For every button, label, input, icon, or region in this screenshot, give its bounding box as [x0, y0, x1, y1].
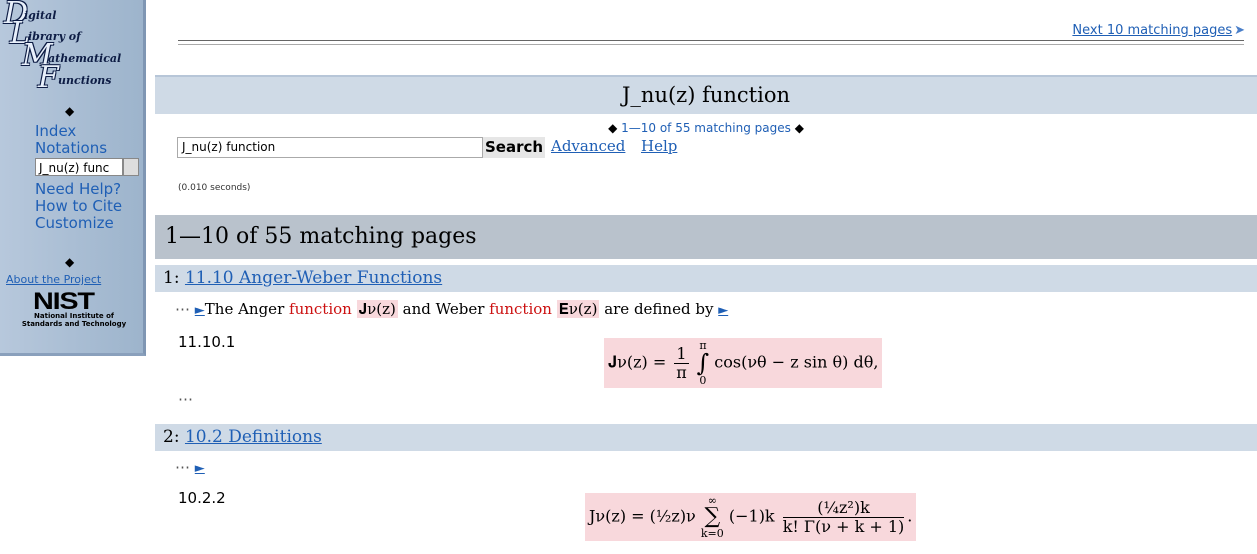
dlmf-logo[interactable]: D igital L ibrary of M athematical F unc… [4, 0, 142, 95]
diamond-icon: ◆ [608, 121, 618, 135]
integral-symbol: ∫ [696, 349, 710, 377]
snippet-link-icon[interactable]: ► [195, 461, 205, 476]
sidebar-search-button[interactable] [123, 158, 139, 176]
equation: Jν(z) = (½z)ν ∞ ∑ k=0 (−1)k (¼z²)k k! Γ(ν +… [585, 493, 917, 541]
result-snippet: ⋯ ►The Anger function 𝐉ν(z) and Weber fu… [175, 300, 729, 318]
page-title: J_nu(z) function [155, 75, 1257, 114]
next-pages-link[interactable]: Next 10 matching pages ➤ [1072, 23, 1245, 38]
sidebar-nav-secondary: Need Help? How to Cite Customize [35, 181, 122, 232]
search-input[interactable]: J_nu(z) function [177, 137, 483, 158]
sidebar-link-customize[interactable]: Customize [35, 215, 122, 232]
sidebar-link-need-help[interactable]: Need Help? [35, 181, 122, 198]
help-link[interactable]: Help [641, 137, 677, 155]
arrow-right-icon: ➤ [1234, 23, 1245, 38]
search-button[interactable]: Search [483, 137, 546, 158]
results-header: 1—10 of 55 matching pages [155, 215, 1257, 259]
equation: 𝐉ν(z) = 1π π ∫ 0 cos(νθ − z sin θ) dθ, [604, 338, 883, 388]
sidebar-link-index[interactable]: Index [35, 123, 140, 140]
sidebar-search-input[interactable]: J_nu(z) func [35, 158, 123, 176]
nist-subtitle: National Institute of Standards and Tech… [21, 312, 127, 328]
ellipsis: ⋯ [178, 390, 193, 408]
result-title-link[interactable]: 10.2 Definitions [185, 427, 322, 447]
divider [178, 40, 1244, 45]
snippet-link-icon[interactable]: ► [195, 303, 205, 318]
result-count: ◆ 1—10 of 55 matching pages ◆ [608, 121, 804, 135]
sidebar: D igital L ibrary of M athematical F unc… [0, 0, 146, 356]
diamond-icon: ◆ [65, 255, 75, 269]
advanced-search-link[interactable]: Advanced [551, 137, 625, 155]
snippet-link-icon[interactable]: ► [718, 303, 728, 318]
sidebar-nav: Index Notations [35, 123, 140, 157]
equation-number[interactable]: 11.10.1 [178, 333, 235, 351]
result-snippet: ⋯ ► [175, 458, 205, 476]
search-timing: (0.010 seconds) [178, 183, 251, 193]
summation-symbol: ∑ [704, 504, 721, 529]
about-project-link[interactable]: About the Project [6, 273, 101, 286]
equation-number[interactable]: 10.2.2 [178, 489, 226, 507]
result-heading: 2: 10.2 Definitions [155, 424, 1257, 451]
diamond-icon: ◆ [65, 104, 75, 118]
sidebar-link-how-to-cite[interactable]: How to Cite [35, 198, 122, 215]
result-heading: 1: 11.10 Anger-Weber Functions [155, 265, 1257, 292]
result-title-link[interactable]: 11.10 Anger-Weber Functions [185, 268, 442, 288]
sidebar-link-notations[interactable]: Notations [35, 140, 140, 157]
diamond-icon: ◆ [794, 121, 804, 135]
